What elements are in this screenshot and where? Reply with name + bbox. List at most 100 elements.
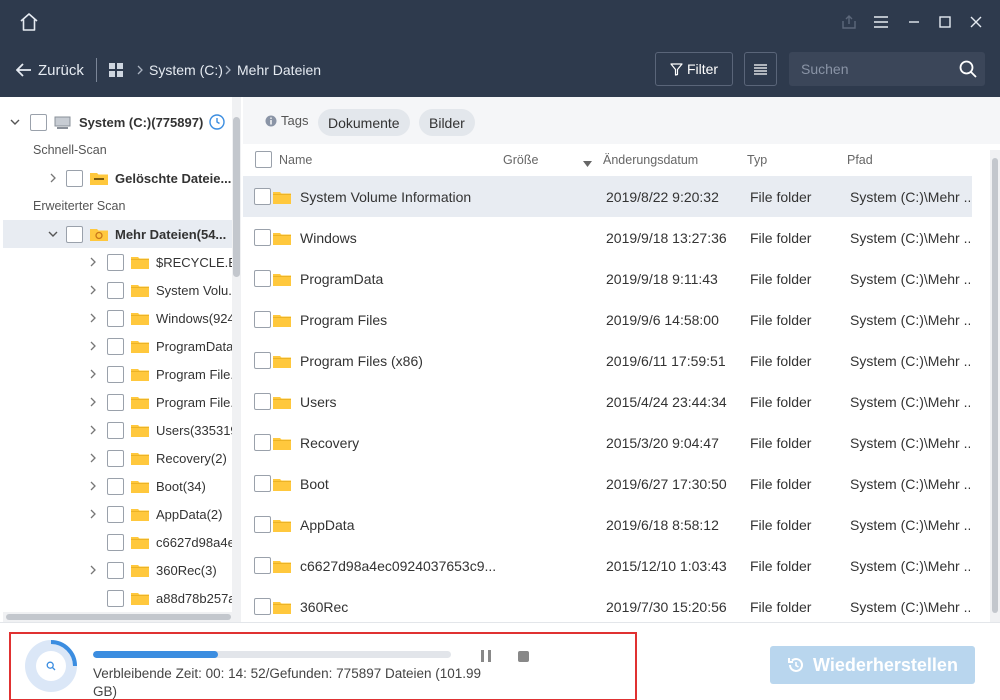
checkbox[interactable] [107, 505, 124, 523]
file-row[interactable]: Program Files (x86) 2019/6/11 17:59:51 Fil… [243, 340, 972, 381]
chevron-right-icon[interactable] [87, 480, 99, 492]
checkbox[interactable] [107, 393, 124, 411]
file-row[interactable]: ProgramData 2019/9/18 9:11:43 File folder S… [243, 258, 972, 299]
column-header-name[interactable]: Name [279, 153, 312, 167]
checkbox[interactable] [107, 449, 124, 467]
chevron-right-icon[interactable] [87, 396, 99, 408]
checkbox[interactable] [254, 188, 271, 205]
tree-item[interactable]: a88d78b257a... [3, 584, 235, 612]
tree-item[interactable]: ProgramData... [3, 332, 235, 360]
checkbox[interactable] [254, 311, 271, 328]
tree-item[interactable]: $RECYCLE.BI... [3, 248, 235, 276]
file-list-scrollbar[interactable] [990, 150, 1000, 622]
checkbox[interactable] [254, 516, 271, 533]
file-row[interactable]: Boot 2019/6/27 17:30:50 File folder System … [243, 463, 972, 504]
checkbox[interactable] [254, 434, 271, 451]
checkbox[interactable] [254, 475, 271, 492]
file-row[interactable]: AppData 2019/6/18 8:58:12 File folder Syste… [243, 504, 972, 545]
menu-icon[interactable] [872, 13, 890, 31]
checkbox[interactable] [254, 352, 271, 369]
filter-button[interactable]: Filter [655, 52, 733, 86]
checkbox[interactable] [107, 253, 124, 271]
computer-icon[interactable] [108, 60, 124, 80]
search-icon[interactable] [959, 60, 977, 78]
maximize-icon[interactable] [936, 13, 954, 31]
tree-item[interactable]: Windows(924... [3, 304, 235, 332]
home-icon[interactable] [19, 12, 39, 32]
scrollbar-thumb[interactable] [992, 158, 998, 613]
tree-item-deleted-files[interactable]: Gelöschte Dateie... [3, 164, 235, 192]
checkbox[interactable] [107, 281, 124, 299]
column-header-path[interactable]: Pfad [847, 153, 873, 167]
tree-root-system-c[interactable]: System (C:)(775897) [3, 108, 235, 136]
column-header-size[interactable]: Größe [503, 153, 538, 167]
file-row[interactable]: Windows 2019/9/18 13:27:36 File folder Syst… [243, 217, 972, 258]
chevron-right-icon[interactable] [87, 312, 99, 324]
file-row[interactable]: c6627d98a4ec0924037653c9... 2015/12/10 1:… [243, 545, 972, 586]
tree-item[interactable]: Program File... [3, 388, 235, 416]
checkbox[interactable] [254, 393, 271, 410]
checkbox[interactable] [107, 589, 124, 607]
checkbox[interactable] [107, 309, 124, 327]
select-all-checkbox[interactable] [255, 151, 272, 168]
chevron-right-icon[interactable] [87, 368, 99, 380]
file-row[interactable]: 360Rec 2019/7/30 15:20:56 File folder Syste… [243, 586, 972, 622]
chevron-right-icon[interactable] [47, 172, 59, 184]
tree-vertical-scrollbar[interactable] [232, 97, 241, 612]
scrollbar-thumb[interactable] [6, 614, 231, 620]
chevron-down-icon[interactable] [9, 116, 21, 128]
tree-item[interactable]: Boot(34) [3, 472, 235, 500]
chevron-down-icon[interactable] [47, 228, 59, 240]
pause-icon[interactable] [481, 650, 495, 664]
tree-item[interactable]: c6627d98a4e... [3, 528, 235, 556]
tree-item[interactable]: System Volu... [3, 276, 235, 304]
breadcrumb-more-files[interactable]: Mehr Dateien [237, 60, 321, 80]
column-header-type[interactable]: Typ [747, 153, 767, 167]
chevron-right-icon[interactable] [87, 340, 99, 352]
list-view-button[interactable] [744, 52, 777, 86]
stop-icon[interactable] [518, 651, 529, 662]
checkbox[interactable] [107, 337, 124, 355]
checkbox[interactable] [254, 557, 271, 574]
tag-chip-documents[interactable]: Dokumente [318, 109, 410, 136]
tag-chip-images[interactable]: Bilder [419, 109, 475, 136]
column-header-date[interactable]: Änderungsdatum [603, 153, 698, 167]
chevron-right-icon[interactable] [87, 452, 99, 464]
back-button[interactable]: Zurück [16, 60, 84, 80]
chevron-right-icon[interactable] [87, 564, 99, 576]
close-icon[interactable] [967, 13, 985, 31]
checkbox[interactable] [254, 229, 271, 246]
checkbox[interactable] [66, 225, 83, 243]
checkbox[interactable] [107, 477, 124, 495]
tree-item[interactable]: AppData(2) [3, 500, 235, 528]
tree-item[interactable]: Program File... [3, 360, 235, 388]
search-input[interactable] [789, 52, 949, 86]
checkbox[interactable] [66, 169, 83, 187]
breadcrumb-system-c[interactable]: System (C:) [149, 60, 223, 80]
scrollbar-thumb[interactable] [233, 117, 240, 277]
checkbox[interactable] [254, 270, 271, 287]
chevron-right-icon[interactable] [87, 424, 99, 436]
checkbox[interactable] [107, 533, 124, 551]
file-row[interactable]: Program Files 2019/9/6 14:58:00 File folde… [243, 299, 972, 340]
chevron-right-icon[interactable] [87, 508, 99, 520]
chevron-right-icon[interactable] [87, 256, 99, 268]
tree-horizontal-scrollbar[interactable] [3, 612, 241, 622]
tree-item[interactable]: 360Rec(3) [3, 556, 235, 584]
share-icon[interactable] [840, 13, 858, 31]
checkbox[interactable] [107, 365, 124, 383]
checkbox[interactable] [254, 598, 271, 615]
sort-descending-icon[interactable] [583, 156, 592, 170]
minimize-icon[interactable] [905, 13, 923, 31]
chevron-right-icon[interactable] [87, 284, 99, 296]
checkbox[interactable] [107, 561, 124, 579]
tree-item[interactable]: Users(335319) [3, 416, 235, 444]
recover-button[interactable]: Wiederherstellen [770, 646, 975, 684]
file-row[interactable]: System Volume Information 2019/8/22 9:20:… [243, 176, 972, 217]
file-row[interactable]: Users 2015/4/24 23:44:34 File folder System… [243, 381, 972, 422]
tree-item[interactable]: Recovery(2) [3, 444, 235, 472]
checkbox[interactable] [30, 113, 47, 131]
file-row[interactable]: Recovery 2015/3/20 9:04:47 File folder Syst… [243, 422, 972, 463]
checkbox[interactable] [107, 421, 124, 439]
tree-item-more-files[interactable]: Mehr Dateien(54... [3, 220, 235, 248]
